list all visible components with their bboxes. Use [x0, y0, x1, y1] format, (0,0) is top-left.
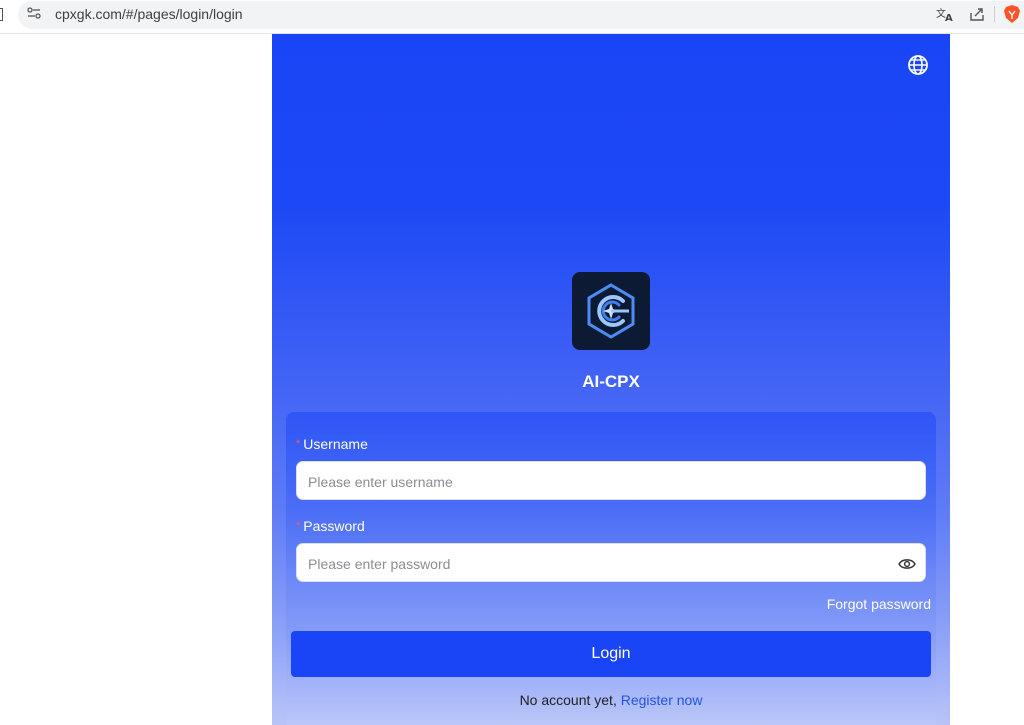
password-field[interactable] — [296, 543, 926, 583]
username-label: * Username — [296, 436, 368, 452]
share-icon[interactable] — [968, 5, 986, 23]
password-input[interactable] — [306, 544, 890, 583]
login-form: *Username *Password Forgot password Logi… — [286, 412, 936, 725]
password-label-text: Password — [303, 518, 365, 534]
globe-icon[interactable] — [907, 54, 929, 76]
register-link[interactable]: Register now — [621, 692, 703, 708]
svg-text:A: A — [945, 13, 953, 22]
username-input[interactable] — [306, 462, 890, 501]
ai-cpx-logo — [572, 272, 650, 350]
window-edge-icon — [0, 8, 3, 21]
url-text[interactable]: cpxgk.com/#/pages/login/login — [55, 6, 243, 22]
app-title: AI-CPX — [582, 372, 640, 391]
required-mark: * — [296, 438, 301, 450]
toolbar-divider — [994, 6, 995, 22]
login-button[interactable]: Login — [291, 631, 931, 677]
translate-icon[interactable]: 文 A — [936, 6, 954, 22]
username-label-text: Username — [303, 436, 368, 452]
browser-toolbar: cpxgk.com/#/pages/login/login 文 A — [0, 0, 1024, 34]
required-mark: * — [296, 520, 301, 532]
password-label: * Password — [296, 518, 365, 534]
username-field[interactable] — [296, 461, 926, 501]
no-account-text: No account yet, — [519, 692, 621, 708]
login-page: AI-CPX *Username *Password Forgot passwo… — [272, 34, 950, 725]
eye-icon[interactable] — [898, 557, 916, 571]
site-info-icon[interactable] — [27, 6, 41, 20]
brave-icon[interactable] — [1003, 4, 1021, 24]
register-prompt: No account yet, Register now — [286, 692, 936, 708]
forgot-password-link[interactable]: Forgot password — [827, 596, 931, 612]
